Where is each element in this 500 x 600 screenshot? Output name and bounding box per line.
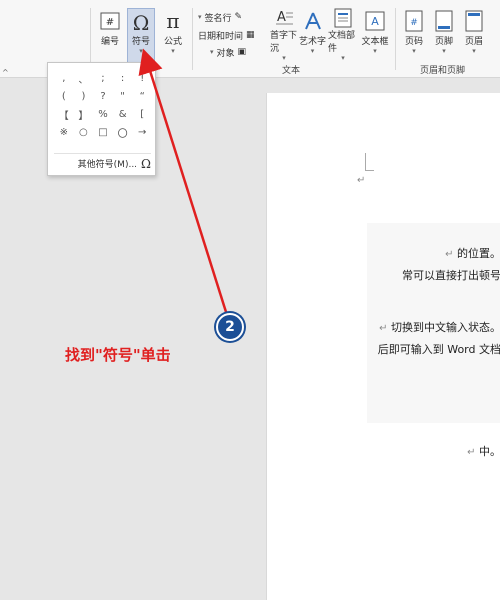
annotation-arrow [138,48,228,313]
step-badge: 2 [216,313,244,341]
instruction-callout: 找到"符号"单击 [65,346,171,364]
collapse-ribbon-icon[interactable]: ^ [2,68,9,77]
